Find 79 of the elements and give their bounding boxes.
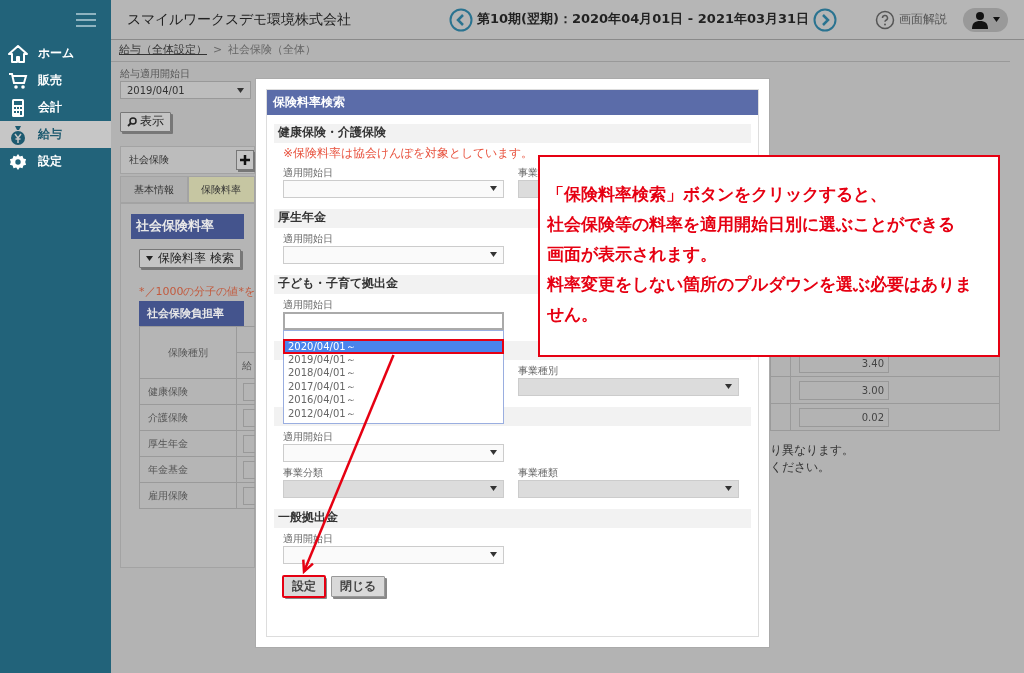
sidebar-item[interactable]: 会計 (0, 94, 111, 121)
caret-icon (490, 486, 497, 492)
fiscal-period: 第10期(翌期)：2020年04月01日 - 2021年03月31日 (477, 11, 810, 28)
user-menu-button[interactable] (963, 7, 1008, 32)
tab[interactable]: 保険料率 (187, 175, 255, 203)
user-icon (971, 10, 989, 29)
add-button[interactable] (236, 149, 254, 170)
previous-icon[interactable] (449, 7, 473, 32)
dialog-button[interactable]: 設定 (283, 575, 325, 598)
date-select[interactable] (283, 179, 504, 198)
rate-field[interactable]: 0.02 (799, 407, 889, 427)
card-title: 社会保険料率 (131, 213, 244, 239)
dropdown-option[interactable]: 2018/04/01～ (284, 366, 503, 380)
field-label: 事業 (518, 165, 539, 180)
field-label: 適用開始日 (283, 429, 334, 444)
row-label: 年金基金 (148, 464, 188, 476)
field-label: 適用開始日 (283, 165, 334, 180)
caret-icon (490, 552, 497, 558)
caret-icon (993, 17, 1000, 22)
sidebar-item[interactable]: 設定 (0, 148, 111, 175)
caret-icon (490, 186, 497, 192)
field-label: 適用開始日 (283, 231, 334, 246)
note-text: ※保険料率は協会けんぽを対象としています。 (283, 146, 535, 162)
caret-icon (490, 450, 497, 456)
field-label: 適用開始日 (283, 297, 334, 312)
field-label: 事業種類 (518, 465, 559, 480)
breadcrumb-link[interactable]: 給与（全体設定） (119, 43, 207, 58)
help-icon (875, 9, 895, 30)
dialog-button[interactable]: 閉じる (331, 575, 385, 598)
row-label: 健康保険 (148, 386, 188, 398)
help-link[interactable]: 画面解説 (899, 11, 947, 28)
caret-icon (725, 384, 732, 390)
home-icon (8, 44, 28, 63)
breadcrumb-separator: > (213, 43, 223, 58)
date-select[interactable] (283, 245, 504, 264)
sidebar-item[interactable]: ホーム (0, 40, 111, 67)
column-header: 給 (242, 360, 252, 372)
field-label: 事業種別 (518, 363, 559, 378)
caret-icon (237, 87, 244, 93)
field-label: 事業分類 (283, 465, 324, 480)
date-select[interactable] (283, 443, 504, 462)
dropdown-option[interactable]: 2016/04/01～ (284, 393, 503, 407)
callout-tooltip: 「保険料率検索」ボタンをクリックすると、 社会保険等の料率を適用開始日別に選ぶことができる 画面が表示されます。 料率変更をしない箇所のプルダウンを選ぶ必要はありません。 (538, 155, 1000, 357)
caret-icon (725, 486, 732, 492)
row-label: 厚生年金 (148, 438, 188, 450)
company-name: スマイルワークスデモ環境株式会社 (127, 10, 351, 29)
sidebar-item[interactable]: 販売 (0, 67, 111, 94)
cart-icon (8, 71, 28, 90)
date-select[interactable] (283, 311, 504, 330)
panel-title: 社会保険 (129, 153, 169, 167)
note-text: り異なります。 (770, 442, 855, 459)
caret-icon (146, 255, 153, 261)
next-icon[interactable] (813, 7, 838, 32)
plus-icon (240, 154, 250, 165)
tab[interactable]: 基本情報 (120, 175, 188, 203)
dropdown-option[interactable]: 2019/04/01～ (284, 353, 503, 367)
show-button[interactable]: 表示 (120, 112, 171, 132)
dropdown-option[interactable]: 2017/04/01～ (284, 379, 503, 394)
caret-icon (490, 252, 497, 258)
section-header: 健康保険・介護保険 (274, 124, 751, 143)
rate-search-button[interactable]: 保険料率 検索 (139, 248, 241, 269)
money-bag-icon (8, 124, 28, 145)
settings-icon (8, 152, 28, 171)
dropdown-option[interactable]: 2020/04/01～ (284, 339, 503, 353)
menu-icon[interactable] (76, 12, 96, 28)
row-label: 介護保険 (148, 412, 188, 424)
search-icon (127, 116, 137, 127)
date-select[interactable] (283, 545, 504, 564)
note-text: ください。 (770, 459, 831, 476)
field-label: 給与適用開始日 (120, 67, 191, 81)
rate-field[interactable]: 3.00 (799, 380, 889, 400)
breadcrumb-current: 社会保険（全体） (228, 43, 317, 58)
table-title: 社会保険負担率 (139, 301, 244, 327)
dialog-title: 保険料率検索 (267, 90, 758, 115)
instruction-text: *／1000の分子の値*を (139, 284, 255, 300)
column-header: 保険種別 (139, 326, 237, 379)
sidebar-item[interactable]: 給与 (0, 121, 111, 148)
row-label: 雇用保険 (148, 490, 188, 502)
start-date-select[interactable]: 2019/04/01 (120, 81, 251, 99)
